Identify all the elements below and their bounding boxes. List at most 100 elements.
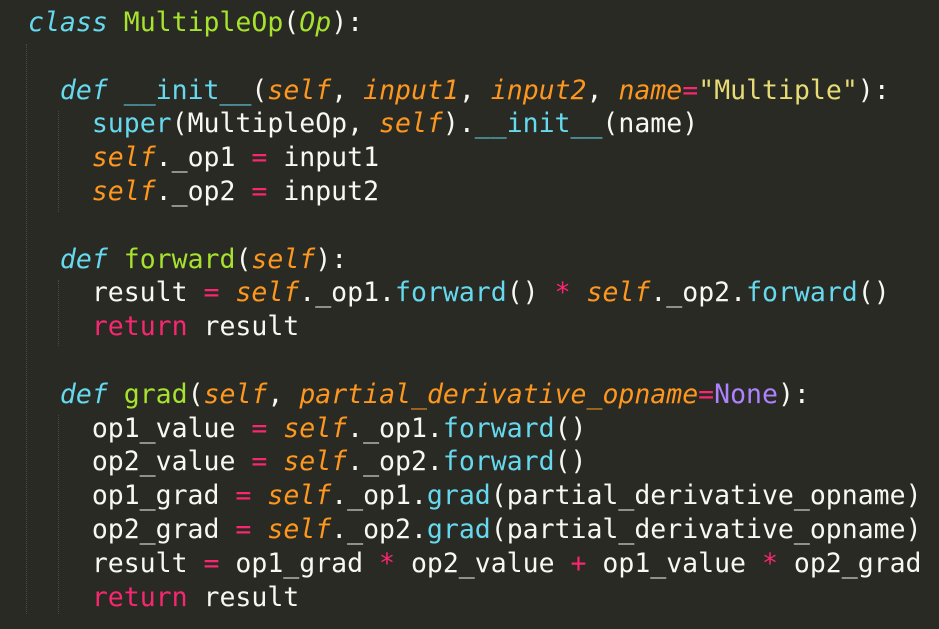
token-w: input1 xyxy=(267,142,380,174)
token-call: forward xyxy=(442,412,555,444)
token-k: def xyxy=(59,243,108,275)
token-call: forward xyxy=(395,277,507,309)
token-w xyxy=(267,446,283,477)
token-fn: grad xyxy=(123,378,188,410)
token-w: ._op2. xyxy=(650,277,747,309)
token-op: = xyxy=(682,74,699,106)
token-w: () xyxy=(857,277,890,309)
token-w xyxy=(571,277,587,308)
token-call: forward xyxy=(442,446,555,478)
token-op: + xyxy=(570,547,587,579)
token-call: forward xyxy=(746,277,858,309)
token-w: , xyxy=(458,74,491,106)
token-op: * xyxy=(761,547,778,579)
token-w: result xyxy=(187,581,300,613)
token-w: (MultipleOp, xyxy=(171,108,380,140)
token-w: op1_grad xyxy=(28,480,236,512)
token-op: = xyxy=(251,142,268,174)
token-prm: self xyxy=(91,175,156,207)
token-w: () xyxy=(554,446,587,478)
code-line: def grad(self, partial_derivative_opname… xyxy=(28,378,939,412)
token-w xyxy=(108,379,124,410)
code-line: self._op2 = input2 xyxy=(28,175,939,209)
code-line: def __init__(self, input1, input2, name=… xyxy=(28,74,939,108)
token-w: ._op2. xyxy=(347,446,443,478)
token-w: ( xyxy=(283,7,300,38)
token-op: = xyxy=(235,480,252,512)
token-call: __init__ xyxy=(123,74,252,106)
token-w: op1_value xyxy=(586,547,762,579)
token-str: "Multiple" xyxy=(698,74,858,106)
token-w xyxy=(28,75,60,106)
token-k: def xyxy=(59,74,108,106)
token-w: input2 xyxy=(267,175,380,207)
code-line: op1_value = self._op1.forward() xyxy=(28,412,939,446)
token-call: super xyxy=(91,108,172,140)
token-w xyxy=(267,413,283,444)
token-prm: self xyxy=(91,142,156,174)
token-op: = xyxy=(203,277,220,309)
token-w xyxy=(108,7,124,38)
token-w: result xyxy=(28,277,204,309)
token-w: op1_value xyxy=(28,412,252,444)
token-w: op2_value xyxy=(394,547,571,579)
token-w xyxy=(251,480,267,511)
token-prm: partial_derivative_opname xyxy=(299,378,699,410)
token-w xyxy=(28,142,92,173)
code-line: def forward(self): xyxy=(28,243,939,277)
token-op: return xyxy=(91,311,188,343)
token-op: = xyxy=(698,378,715,410)
token-w: ). xyxy=(442,108,475,140)
token-op: = xyxy=(251,412,268,444)
token-op: * xyxy=(554,277,571,309)
token-w xyxy=(28,311,92,342)
code-line: return result xyxy=(28,310,939,344)
token-op: = xyxy=(251,175,268,207)
token-cls: Op xyxy=(299,7,332,38)
token-k: class xyxy=(28,7,108,38)
token-w xyxy=(28,108,92,139)
token-w xyxy=(28,176,92,207)
token-w xyxy=(108,75,124,106)
token-op: = xyxy=(235,513,252,545)
token-w: ( xyxy=(235,243,252,275)
token-w: ._op1 xyxy=(155,142,252,174)
token-w: op2_grad xyxy=(28,513,236,545)
token-w: ): xyxy=(857,74,890,106)
token-prm: self xyxy=(235,277,300,309)
token-w: op1_grad xyxy=(219,547,380,579)
token-w xyxy=(251,514,267,545)
token-prm: self xyxy=(203,378,268,410)
code-block: class MultipleOp(Op): def __init__(self,… xyxy=(0,0,939,629)
token-op: * xyxy=(379,547,395,579)
token-w: (name) xyxy=(602,108,699,140)
code-line: class MultipleOp(Op): xyxy=(28,6,939,40)
token-prm: input2 xyxy=(490,74,587,106)
code-line: result = self._op1.forward() * self._op2… xyxy=(28,276,939,310)
token-w xyxy=(28,582,92,613)
token-prm: input1 xyxy=(363,74,459,106)
token-w: ( xyxy=(251,74,268,106)
token-op: = xyxy=(251,446,268,478)
token-w: () xyxy=(554,412,587,444)
token-w: ._op1. xyxy=(331,480,427,512)
token-w: , xyxy=(331,74,364,106)
token-op: = xyxy=(203,547,220,579)
token-const: None xyxy=(714,378,778,410)
token-w: (partial_derivative_opname) xyxy=(490,513,922,545)
token-call: grad xyxy=(426,480,491,512)
token-w: ): xyxy=(315,243,348,275)
token-prm: self xyxy=(283,412,348,444)
token-w: , xyxy=(586,74,619,106)
token-prm: self xyxy=(267,74,332,106)
token-w xyxy=(108,244,124,275)
token-w: op2_grad xyxy=(777,547,922,579)
token-prm: self xyxy=(586,277,651,309)
code-line: op2_grad = self._op2.grad(partial_deriva… xyxy=(28,513,939,547)
code-line: self._op1 = input1 xyxy=(28,141,939,175)
token-prm: self xyxy=(379,108,443,140)
token-w: ._op1. xyxy=(299,277,395,309)
token-prm: self xyxy=(267,513,332,545)
code-line: super(MultipleOp, self).__init__(name) xyxy=(28,107,939,141)
